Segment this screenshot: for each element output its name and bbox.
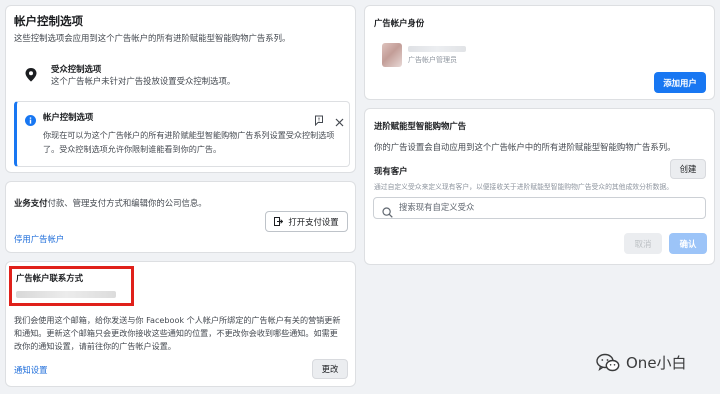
contact-line-3: 改你的通知设置，请前往你的广告帐户设置。 [14, 341, 176, 351]
close-icon[interactable] [335, 112, 344, 127]
ad-account-identity-card: 广告帐户身份 广告帐户管理员 添加用户 [364, 5, 715, 100]
search-icon [382, 203, 393, 222]
business-payment-description: 付款、管理支付方式和编辑你的公司信息。 [47, 198, 207, 208]
location-pin-icon [24, 67, 38, 83]
audience-control-title: 受众控制选项 [51, 64, 102, 74]
account-controls-description: 这些控制选项会应用到这个广告帐户的所有进阶赋能型智能购物广告系列。 [14, 33, 291, 43]
notice-title: 帐户控制选项 [43, 112, 94, 122]
audience-control-description: 这个广告帐户未针对广告投放设置受众控制选项。 [51, 76, 236, 86]
business-payment-header: 业务支付付款、管理支付方式和编辑你的公司信息。 [14, 191, 207, 210]
external-link-icon [274, 217, 284, 226]
advantage-description: 你的广告设置会自动应用到这个广告帐户中的所有进阶赋能型智能购物广告系列。 [374, 142, 676, 152]
cancel-button[interactable]: 取消 [624, 233, 662, 254]
contact-line-2: 和通知。更新这个邮箱只会更改你接收这些通知的位置，不更改你会收到哪些通知。如需更 [14, 328, 338, 338]
confirm-button[interactable]: 确认 [669, 233, 707, 254]
business-payment-card: 业务支付付款、管理支付方式和编辑你的公司信息。 打开支付设置 停用广告帐户 [5, 181, 356, 253]
audience-search-input[interactable]: 搜索现有自定义受众 [373, 197, 706, 219]
existing-customers-hint: 通过自定义受众来定义现有客户，以便接收关于进阶赋能型智能购物广告受众的其他成效分… [374, 183, 674, 191]
identity-role: 广告帐户管理员 [408, 56, 457, 64]
feedback-icon[interactable] [314, 111, 324, 127]
contact-line-1: 我们会使用这个邮箱，给你发送与你 Facebook 个人帐户所绑定的广告帐户有关… [14, 315, 341, 325]
search-placeholder: 搜索现有自定义受众 [399, 202, 475, 212]
wechat-icon [596, 353, 620, 373]
notice-line-1: 你现在可以为这个广告帐户的所有进阶赋能型智能购物广告系列设置受众控制选项 [43, 130, 335, 140]
existing-customers-label: 现有客户 [374, 166, 408, 176]
account-controls-title: 帐户控制选项 [14, 14, 83, 28]
account-controls-notice: 帐户控制选项 你现在可以为这个广告帐户的所有进阶赋能型智能购物广告系列设置受众控… [14, 101, 350, 167]
info-icon [25, 111, 36, 126]
contact-card: 广告帐户联系方式 我们会使用这个邮箱，给你发送与你 Facebook 个人帐户所… [5, 261, 356, 387]
advantage-shopping-card: 进阶赋能型智能购物广告 你的广告设置会自动应用到这个广告帐户中的所有进阶赋能型智… [364, 108, 715, 265]
email-redacted [16, 291, 116, 298]
avatar [382, 43, 402, 67]
business-payment-title: 业务支付 [14, 198, 48, 208]
add-user-button[interactable]: 添加用户 [654, 72, 706, 93]
contact-title: 广告帐户联系方式 [16, 273, 83, 283]
watermark-text: One小白 [626, 354, 687, 372]
open-payment-settings-label: 打开支付设置 [288, 216, 339, 227]
open-payment-settings-button[interactable]: 打开支付设置 [265, 211, 348, 232]
identity-title: 广告帐户身份 [374, 18, 425, 28]
notification-settings-link[interactable]: 通知设置 [14, 364, 48, 376]
change-email-button[interactable]: 更改 [312, 359, 348, 379]
advantage-title: 进阶赋能型智能购物广告 [374, 121, 467, 131]
create-audience-button[interactable]: 创建 [670, 159, 706, 179]
user-name-redacted [408, 46, 466, 52]
notice-line-2: 了。受众控制选项允许你限制谁能看到你的广告。 [43, 144, 222, 154]
disable-ad-account-link[interactable]: 停用广告帐户 [14, 233, 64, 245]
account-controls-card: 帐户控制选项 这些控制选项会应用到这个广告帐户的所有进阶赋能型智能购物广告系列。… [5, 5, 356, 173]
watermark: One小白 [596, 352, 687, 373]
